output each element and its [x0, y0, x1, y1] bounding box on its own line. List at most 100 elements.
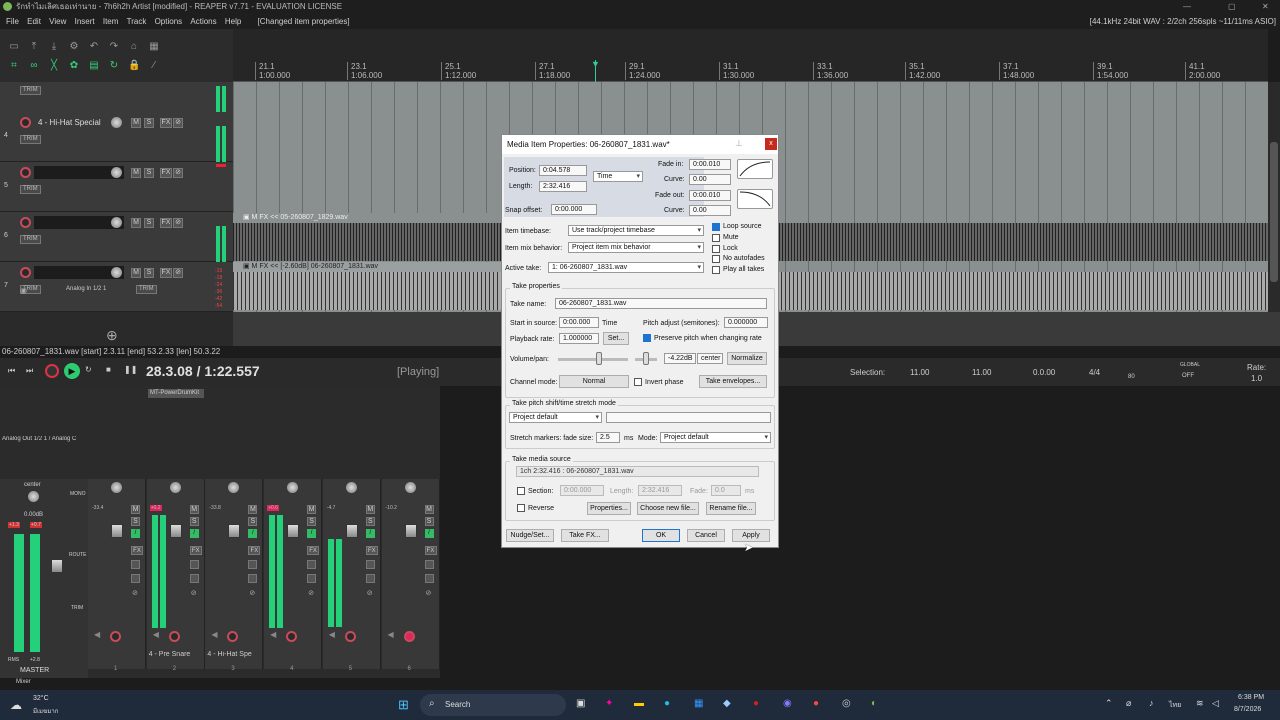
- solo-button[interactable]: S: [144, 218, 154, 228]
- timeline-ruler[interactable]: 21.1 1:00.000 23.1 1:06.000 25.1 1:12.000 27.1…: [233, 60, 1268, 82]
- group-icon[interactable]: ✿: [68, 60, 80, 72]
- strip-fx-button[interactable]: FX: [189, 546, 202, 555]
- strip-route-button[interactable]: [131, 560, 140, 569]
- mixer-strip[interactable]: +0.6 M S / FX ⊘ ◀ 4: [264, 479, 323, 672]
- set-rate-button[interactable]: Set...: [603, 332, 629, 345]
- playhead-marker-icon[interactable]: ▼: [591, 59, 600, 69]
- dialog-title-bar[interactable]: Media Item Properties: 06-260807_1831.wa…: [502, 135, 778, 154]
- master-fader[interactable]: [51, 559, 63, 573]
- mute-button[interactable]: M: [131, 118, 141, 128]
- master-pan-knob[interactable]: [28, 491, 39, 502]
- strip-solo-button[interactable]: S: [365, 517, 375, 526]
- section-length-field[interactable]: 2:32.416: [638, 485, 682, 496]
- strip-fader[interactable]: [111, 524, 123, 538]
- tray-chevron-icon[interactable]: ⌃: [1105, 698, 1113, 709]
- vertical-scrollbar[interactable]: [1268, 82, 1280, 312]
- marker-icon[interactable]: ⁄: [148, 60, 160, 72]
- pan-slider-thumb[interactable]: [643, 352, 649, 365]
- strip-name[interactable]: 4 - Pre Snare: [149, 651, 205, 658]
- mixer-strip[interactable]: -33.8 M S / FX ⊘ ◀ 4 - Hi-Hat Spe 3: [205, 479, 264, 672]
- strip-route-button[interactable]: [424, 560, 434, 569]
- trim-button[interactable]: TRIM: [20, 135, 41, 144]
- fx-button[interactable]: FX: [160, 268, 172, 278]
- strip-record-arm-button[interactable]: [286, 631, 298, 642]
- strip-mute-button[interactable]: M: [307, 505, 317, 514]
- discord-icon[interactable]: ◉: [783, 698, 792, 709]
- mute-button[interactable]: M: [131, 168, 141, 178]
- volume-knob[interactable]: [111, 167, 122, 178]
- go-start-icon[interactable]: ⏮: [8, 366, 15, 376]
- route-button[interactable]: ROUTE: [69, 552, 87, 558]
- take-fx-button[interactable]: Take FX...: [561, 529, 609, 542]
- section-checkbox[interactable]: [517, 487, 525, 495]
- strip-route-button[interactable]: [307, 560, 317, 569]
- strip-solo-button[interactable]: S: [189, 517, 199, 526]
- option-checkbox[interactable]: [712, 233, 720, 242]
- menu-file[interactable]: File: [6, 17, 19, 26]
- clock-time[interactable]: 6:38 PM: [1238, 694, 1264, 701]
- volume-slider[interactable]: [558, 358, 628, 361]
- input-select[interactable]: Analog In 1/2 1: [66, 286, 106, 292]
- record-button[interactable]: [45, 364, 59, 378]
- store-icon[interactable]: ▦: [694, 698, 703, 709]
- length-field[interactable]: 2:32.416: [539, 181, 587, 192]
- nudge-set-button[interactable]: Nudge/Set...: [506, 529, 554, 542]
- phase-button[interactable]: ⊘: [173, 168, 183, 178]
- undo-icon[interactable]: ↶: [88, 41, 100, 53]
- trim-master-button[interactable]: TRIM: [71, 605, 83, 611]
- strip-fader[interactable]: [287, 524, 300, 538]
- stop-icon[interactable]: ■: [106, 365, 111, 374]
- strip-solo-button[interactable]: S: [248, 517, 258, 526]
- pan-field[interactable]: center: [697, 353, 723, 364]
- option-checkbox[interactable]: [712, 223, 720, 231]
- strip-record-arm-button[interactable]: [227, 631, 239, 642]
- active-take-select[interactable]: 1: 06-260807_1831.wav: [548, 262, 704, 273]
- track-header[interactable]: 44 - Hi-Hat Special M S FX ⊘ TRIM: [0, 112, 233, 162]
- volume-db-field[interactable]: -4.22dB: [664, 353, 696, 364]
- close-icon[interactable]: ✕: [1262, 0, 1269, 14]
- track-header[interactable]: 5 M S FX ⊘ TRIM: [0, 162, 233, 212]
- time-signature[interactable]: 4/4: [1089, 368, 1100, 377]
- volume-knob[interactable]: [111, 217, 122, 228]
- mute-button[interactable]: M: [131, 218, 141, 228]
- go-end-icon[interactable]: ⏭: [26, 366, 33, 376]
- strip-phase-icon[interactable]: ⊘: [367, 589, 373, 597]
- strip-mute-button[interactable]: M: [248, 505, 258, 514]
- strip-record-arm-button[interactable]: [344, 631, 356, 642]
- project-settings-icon[interactable]: ⚙: [68, 41, 80, 53]
- clock-date[interactable]: 8/7/2026: [1234, 706, 1261, 713]
- tray-mic-icon[interactable]: ♪: [1149, 698, 1154, 708]
- option-checkbox[interactable]: [712, 255, 720, 264]
- open-project-icon[interactable]: ⤒: [28, 41, 40, 53]
- app-icon-3[interactable]: ●: [753, 698, 759, 709]
- mixer-strip[interactable]: -10.2 M S / FX ⊘ ◀ 6: [381, 479, 440, 672]
- start-in-source-field[interactable]: 0:00.000: [559, 317, 599, 328]
- take-name-field[interactable]: 06-260807_1831.wav: [555, 298, 767, 309]
- section-start-field[interactable]: 0:00.000: [560, 485, 604, 496]
- strip-route-button[interactable]: [365, 560, 375, 569]
- trim-button[interactable]: TRIM: [20, 185, 41, 194]
- strip-fader[interactable]: [169, 524, 182, 538]
- add-track-area[interactable]: ⊕: [0, 312, 233, 346]
- plugin-label[interactable]: MT-PowerDrumKit: [148, 389, 204, 398]
- rename-file-button[interactable]: Rename file...: [706, 502, 756, 515]
- strip-fx-button[interactable]: FX: [307, 546, 320, 555]
- strip-pan-knob[interactable]: [404, 482, 416, 493]
- playrate-value[interactable]: 1.0: [1251, 374, 1262, 383]
- tray-network-icon[interactable]: ⌀: [1126, 698, 1131, 709]
- repeat-icon[interactable]: ↻: [85, 365, 92, 374]
- strip-solo-button[interactable]: S: [424, 517, 434, 526]
- volume-knob[interactable]: [111, 117, 122, 128]
- track-header[interactable]: 6 M S FX ⊘ TRIM: [0, 212, 233, 262]
- source-properties-button[interactable]: Properties...: [587, 502, 631, 515]
- envelope-icon[interactable]: ▤: [88, 60, 100, 72]
- ripple-icon[interactable]: ∞: [28, 60, 40, 72]
- strip-mute-button[interactable]: M: [131, 505, 140, 514]
- pitch-shift-submode[interactable]: [606, 412, 771, 423]
- selection-length[interactable]: 0.0.00: [1033, 368, 1055, 377]
- menu-help[interactable]: Help: [225, 17, 241, 26]
- trim-button[interactable]: TRIM: [136, 285, 157, 294]
- strip-pan-slider-icon[interactable]: /: [189, 529, 199, 538]
- strip-phase-icon[interactable]: ⊘: [308, 589, 314, 597]
- strip-phase-icon[interactable]: ⊘: [249, 589, 255, 597]
